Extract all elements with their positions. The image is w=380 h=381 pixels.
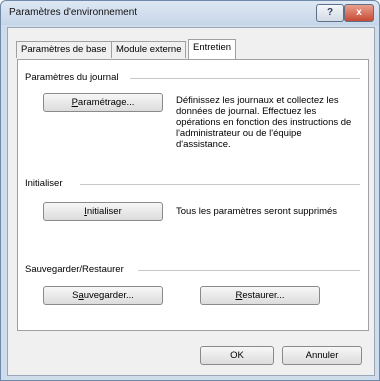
cancel-button[interactable]: Annuler — [282, 346, 362, 365]
entretien-panel: Paramètres du journal Paramétrage... Déf… — [17, 59, 369, 331]
sauvegarder-label-end: uvegarder... — [83, 290, 134, 301]
dialog-window: Paramètres d'environnement ? x Paramètre… — [0, 0, 380, 381]
close-button[interactable]: x — [344, 4, 374, 22]
section-heading-initialiser: Initialiser — [25, 178, 63, 189]
initialiser-description: Tous les paramètres seront supprimés — [176, 206, 338, 217]
parametrage-label: aramétrage... — [77, 97, 135, 108]
tab-entretien[interactable]: Entretien — [188, 39, 237, 59]
restaurer-label: estaurer... — [242, 290, 285, 301]
journal-description-line: Définissez les journaux et collectez les — [176, 95, 339, 106]
ok-button[interactable]: OK — [200, 346, 274, 365]
journal-description-line: l'administrateur ou de l'équipe — [176, 128, 302, 139]
restaurer-button[interactable]: Restaurer... — [200, 286, 320, 305]
help-button[interactable]: ? — [316, 4, 344, 22]
journal-description: Définissez les journaux et collectez les… — [176, 95, 351, 150]
tab-module-externe[interactable]: Module externe — [111, 41, 187, 58]
section-divider — [138, 270, 360, 271]
section-divider — [80, 184, 360, 185]
section-heading-journal: Paramètres du journal — [25, 72, 119, 83]
tab-parametres-de-base[interactable]: Paramètres de base — [16, 41, 112, 58]
window-title: Paramètres d'environnement — [9, 7, 138, 18]
title-bar[interactable]: Paramètres d'environnement ? x — [1, 1, 379, 25]
sauvegarder-button[interactable]: Sauvegarder... — [43, 286, 163, 305]
section-divider — [130, 78, 360, 79]
parametrage-button[interactable]: Paramétrage... — [43, 93, 163, 112]
dialog-client-area: Paramètres de base Module externe Entret… — [7, 27, 375, 376]
initialiser-button[interactable]: Initialiser — [43, 202, 163, 221]
section-heading-backup: Sauvegarder/Restaurer — [25, 264, 124, 275]
journal-description-line: données de journal. Effectuez les — [176, 106, 317, 117]
initialiser-label: nitialiser — [86, 206, 122, 217]
journal-description-line: d'assistance. — [176, 139, 231, 150]
journal-description-line: opérations en fonction des instructions … — [176, 117, 352, 128]
